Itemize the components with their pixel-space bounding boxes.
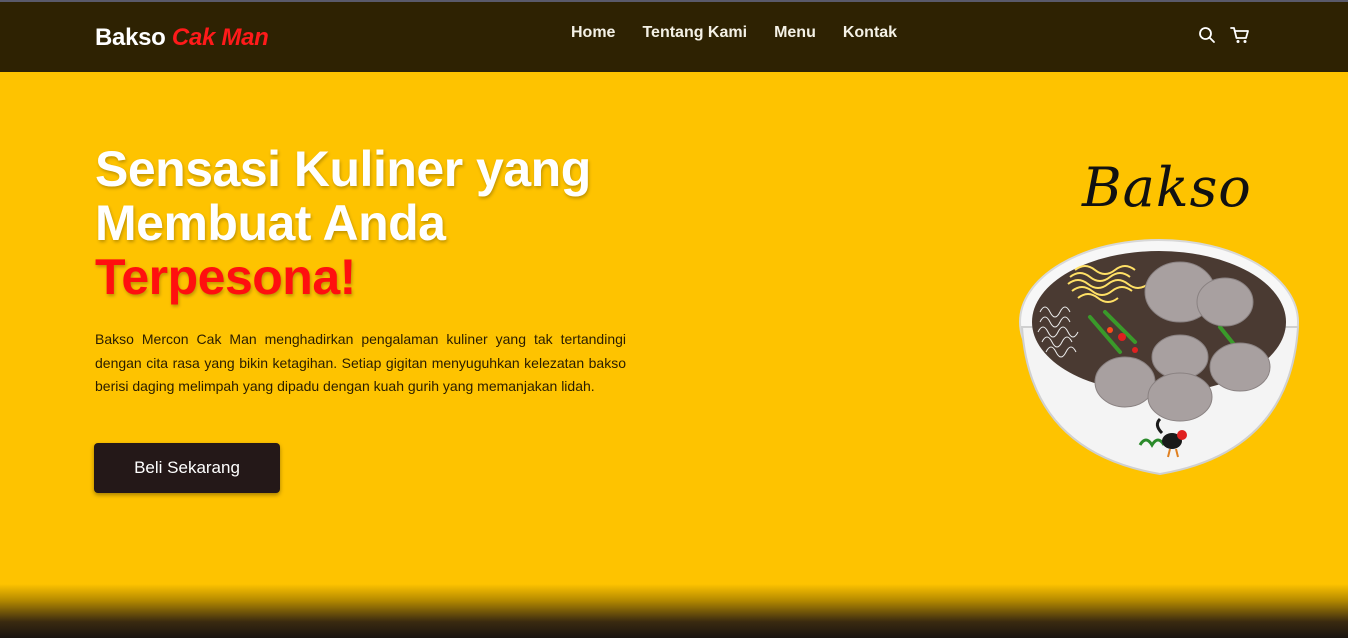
brand-logo[interactable]: Bakso Cak Man <box>95 24 269 52</box>
nav-link-menu[interactable]: Menu <box>774 24 816 42</box>
nav-icons <box>1198 26 1250 44</box>
hero-description: Bakso Mercon Cak Man menghadirkan pengal… <box>95 331 626 394</box>
hero-title: Sensasi Kuliner yang Membuat Anda Terpes… <box>95 142 655 304</box>
hero-title-highlight: Terpesona! <box>95 249 356 305</box>
hero-title-line1: Sensasi Kuliner yang <box>95 141 591 197</box>
buy-now-button[interactable]: Beli Sekarang <box>94 443 280 493</box>
brand-name: Bakso <box>95 24 166 51</box>
nav-link-tentang-kami[interactable]: Tentang Kami <box>642 24 747 42</box>
bakso-bowl-image: Bakso <box>1010 152 1310 482</box>
hero-title-line2: Membuat Anda <box>95 195 446 251</box>
cart-icon[interactable] <box>1230 26 1250 44</box>
nav-link-home[interactable]: Home <box>571 24 615 42</box>
nav-link-kontak[interactable]: Kontak <box>843 24 897 42</box>
nav-links: Home Tentang Kami Menu Kontak <box>571 24 897 42</box>
brand-accent: Cak Man <box>171 24 269 51</box>
navbar: Bakso Cak Man Home Tentang Kami Menu Kon… <box>0 0 1348 72</box>
search-icon[interactable] <box>1198 26 1216 44</box>
bowl-label: Bakso <box>1082 156 1252 219</box>
section-divider <box>0 584 1348 638</box>
